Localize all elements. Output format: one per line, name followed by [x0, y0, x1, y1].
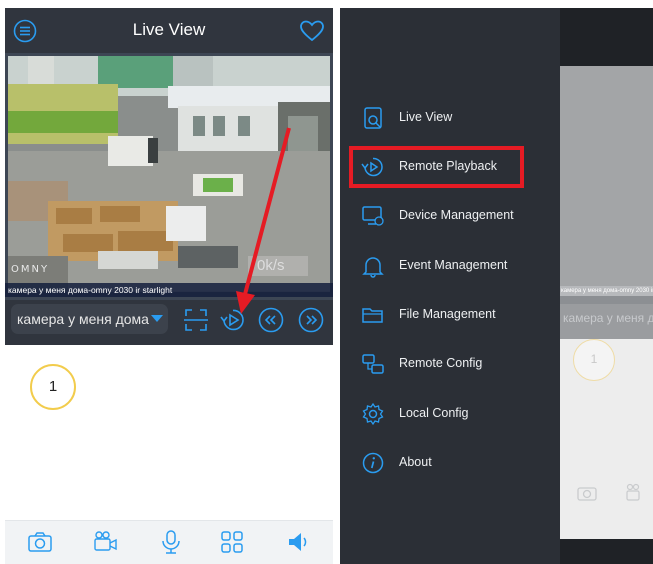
rewind-icon[interactable]: [256, 305, 286, 335]
device-management-icon: [362, 206, 384, 226]
menu-label-live-view: Live View: [399, 110, 453, 124]
dimmed-video: [560, 66, 653, 294]
live-view-screen: Live View OMNY 0k/s камера у меня дома-o…: [5, 8, 333, 564]
remote-playback-highlight-box: [349, 146, 524, 188]
menu-item-live-view[interactable]: Live View: [340, 98, 560, 138]
channel-button[interactable]: 1: [30, 364, 76, 410]
live-video-feed[interactable]: OMNY 0k/s камера у меня дома-omny 2030 i…: [5, 53, 333, 300]
fullscreen-icon[interactable]: [181, 305, 211, 335]
menu-label-file-management: File Management: [399, 307, 496, 321]
dimmed-video-caption: камера у меня дома-omny 2030 ir starligh…: [560, 286, 653, 296]
menu-label-about: About: [399, 455, 432, 469]
menu-label-device-management: Device Management: [399, 208, 514, 222]
fast-forward-icon[interactable]: [296, 305, 326, 335]
menu-item-local-config[interactable]: Local Config: [340, 394, 560, 434]
bitrate-label: 0k/s: [257, 257, 285, 274]
playback-icon[interactable]: [218, 305, 248, 335]
folder-icon: [362, 308, 383, 323]
info-icon: [362, 452, 384, 474]
menu-item-about[interactable]: About: [340, 443, 560, 483]
camera-select-value: камера у меня дома: [17, 311, 149, 327]
video-record-icon[interactable]: [91, 529, 119, 555]
menu-item-event-management[interactable]: Event Management: [340, 246, 560, 286]
menu-item-remote-config[interactable]: Remote Config: [340, 344, 560, 384]
navigation-drawer: Live View Remote Playback Device Managem…: [340, 8, 560, 564]
dimmed-video-record-icon: [626, 483, 640, 501]
speaker-icon[interactable]: [285, 529, 313, 555]
dimmed-camera-icon: [577, 487, 597, 501]
heart-icon[interactable]: [299, 19, 325, 43]
remote-config-icon: [362, 354, 384, 374]
menu-item-device-management[interactable]: Device Management: [340, 196, 560, 236]
gear-icon: [362, 402, 384, 426]
video-caption: камера у меня дома-omny 2030 ir starligh…: [5, 283, 333, 297]
comparison-screenshot: Live View OMNY 0k/s камера у меня дома-o…: [0, 0, 653, 564]
microphone-icon[interactable]: [157, 529, 185, 555]
chevron-down-icon: [151, 315, 163, 322]
menu-label-remote-config: Remote Config: [399, 356, 483, 370]
bell-icon: [362, 257, 384, 278]
dimmed-channel-button: 1: [573, 339, 615, 381]
bottom-toolbar: [5, 520, 333, 564]
grid-icon[interactable]: [218, 529, 246, 555]
dimmed-camera-select: камера у меня дома: [563, 311, 653, 325]
playback-controls-bar: камера у меня дома: [5, 300, 333, 345]
menu-item-file-management[interactable]: File Management: [340, 295, 560, 335]
drawer-screen: камера у меня дома-omny 2030 ir starligh…: [340, 8, 653, 564]
dimmed-top-bar: [560, 8, 653, 66]
live-view-icon: [364, 107, 382, 129]
top-bar: Live View: [5, 8, 333, 53]
menu-label-local-config: Local Config: [399, 406, 469, 420]
menu-label-event-management: Event Management: [399, 258, 508, 272]
camera-select[interactable]: камера у меня дома: [11, 304, 168, 334]
dimmed-footer: [560, 539, 653, 564]
page-title: Live View: [132, 20, 206, 39]
video-brand-overlay: OMNY: [11, 264, 50, 275]
camera-icon[interactable]: [26, 529, 54, 555]
